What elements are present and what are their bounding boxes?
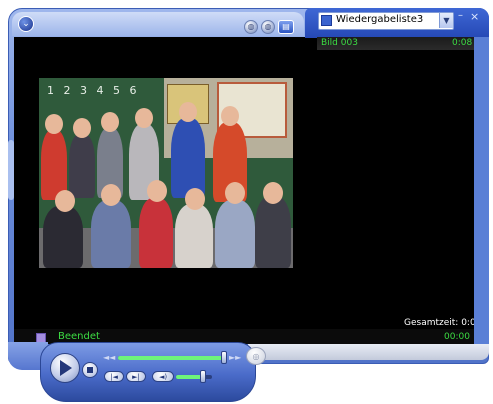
video-child — [139, 198, 173, 268]
windows-media-player-icon[interactable]: ⌄ — [18, 16, 34, 32]
list-item-title[interactable]: Bild 003 — [321, 38, 358, 48]
video-child — [215, 200, 255, 268]
playlist-icon — [321, 15, 332, 26]
chevron-down-icon[interactable]: ▼ — [439, 13, 453, 28]
list-item-duration: 0:08 — [452, 38, 473, 48]
equalizer-icon[interactable]: ◍ — [261, 20, 275, 34]
playlist-list[interactable] — [317, 37, 474, 329]
video-child-head — [179, 102, 197, 122]
previous-button[interactable]: |◄ — [104, 371, 124, 382]
video-child-head — [221, 106, 239, 126]
video-child-head — [225, 182, 245, 204]
fast-forward-icon[interactable]: ►► — [229, 353, 241, 362]
status-text: Beendet — [58, 331, 100, 342]
playlist-name[interactable]: Wiedergabeliste3 — [336, 14, 423, 25]
video-child-head — [263, 182, 283, 204]
playlist-toggle-button[interactable]: ▤ — [278, 20, 294, 34]
video-child-head — [147, 180, 167, 202]
playlist-edge — [474, 37, 489, 344]
mute-button[interactable]: ◄) — [152, 371, 174, 382]
volume-fill — [176, 375, 203, 379]
control-bar-extension — [248, 344, 489, 360]
video-child — [69, 134, 95, 198]
video-child — [175, 204, 213, 268]
video-child-head — [55, 190, 75, 212]
video-child-head — [185, 188, 205, 210]
next-button[interactable]: ►| — [126, 371, 146, 382]
video-frame[interactable]: 1 2 3 4 5 6 — [39, 78, 293, 268]
video-child — [91, 200, 131, 268]
rewind-icon[interactable]: ◄◄ — [103, 353, 115, 362]
video-child-head — [135, 108, 153, 128]
video-child — [43, 206, 83, 268]
volume-thumb[interactable] — [200, 370, 206, 383]
visualization-icon[interactable]: ◍ — [244, 20, 258, 34]
minimize-icon[interactable]: – — [458, 10, 463, 21]
playback-time: 00:00 — [444, 332, 470, 342]
play-icon[interactable] — [60, 360, 72, 376]
stop-icon[interactable] — [87, 367, 93, 373]
video-board-digits: 1 2 3 4 5 6 — [47, 84, 140, 97]
video-child — [255, 196, 291, 268]
seek-bar-fill — [118, 356, 224, 360]
seek-thumb[interactable] — [221, 351, 227, 364]
video-child-head — [101, 112, 119, 132]
close-icon[interactable]: × — [470, 10, 479, 23]
resize-knob-icon[interactable]: ◎ — [246, 347, 266, 365]
title-bar[interactable] — [12, 12, 304, 36]
video-child-head — [45, 114, 63, 134]
playlist-total-time: Gesamtzeit: 0:08 — [404, 318, 482, 328]
video-child — [171, 118, 205, 198]
video-child-head — [73, 118, 91, 138]
video-child-head — [101, 184, 121, 206]
